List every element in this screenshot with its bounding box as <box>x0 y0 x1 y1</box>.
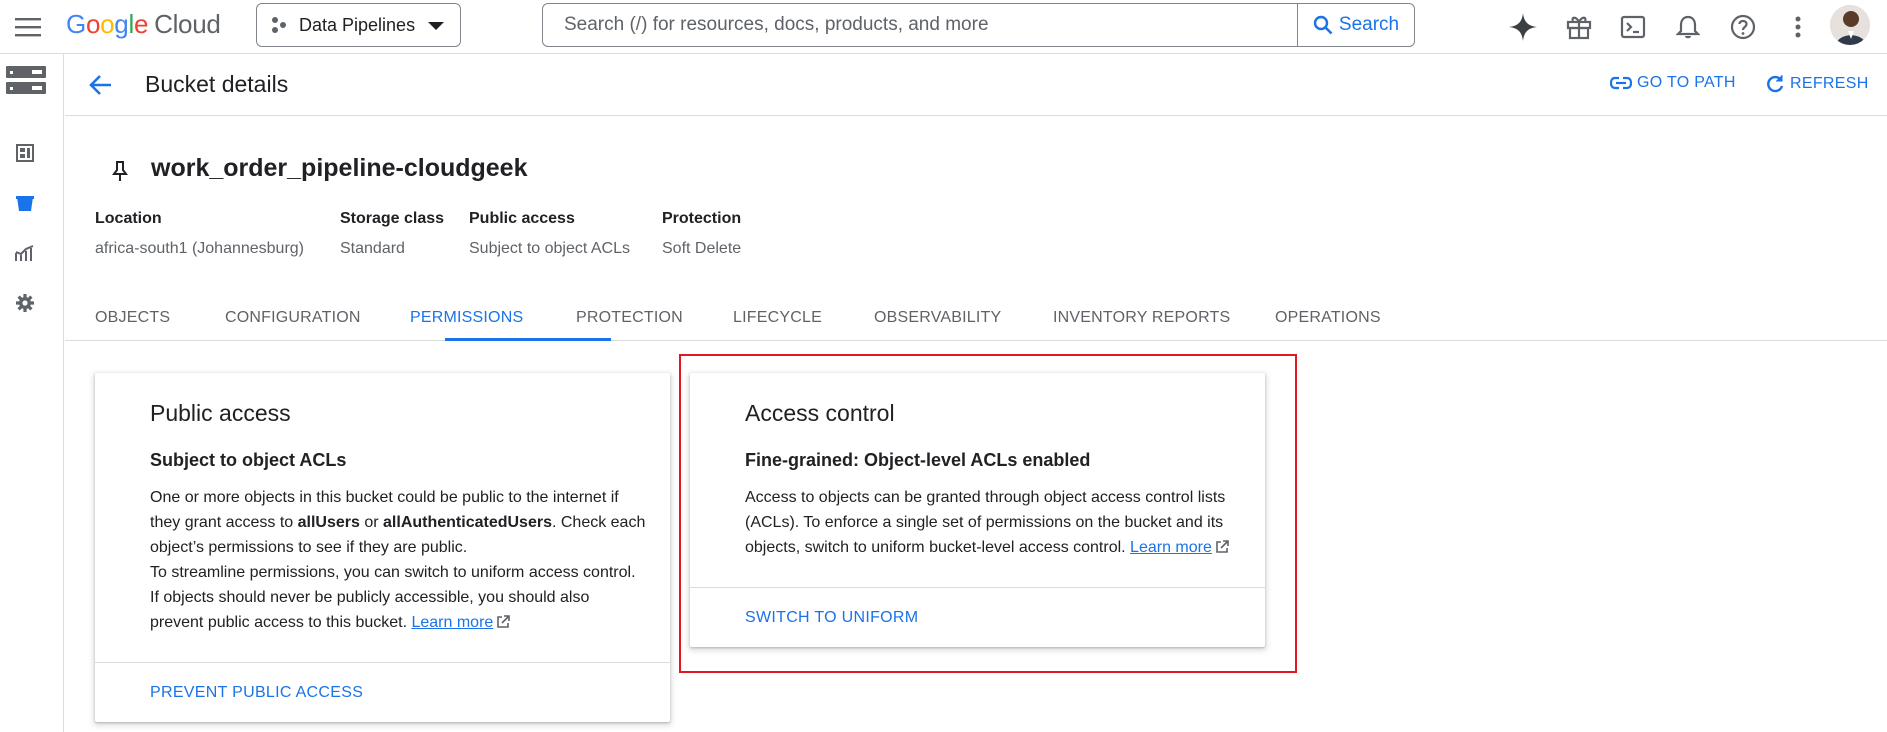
go-to-path-button[interactable]: GO TO PATH <box>1610 74 1736 92</box>
more-options-icon[interactable] <box>1779 8 1817 46</box>
card-divider <box>95 662 670 663</box>
notifications-bell-icon[interactable] <box>1669 8 1707 46</box>
protection-value: Soft Delete <box>662 240 742 257</box>
tab-observability[interactable]: OBSERVABILITY <box>874 309 1001 327</box>
search-button[interactable]: Search <box>1297 4 1414 46</box>
learn-more-link[interactable]: Learn more <box>1130 539 1212 556</box>
settings-gear-icon[interactable] <box>12 290 38 316</box>
buckets-icon[interactable] <box>12 190 38 216</box>
page-title: Bucket details <box>145 71 289 97</box>
public-access-label: Public access <box>469 210 575 227</box>
body-line: One or more objects in this bucket could… <box>150 489 619 506</box>
public-access-card-body: One or more objects in this bucket could… <box>150 485 645 635</box>
location-label: Location <box>95 210 162 227</box>
external-link-icon <box>1215 540 1229 554</box>
body-text: prevent public access to this bucket. <box>150 614 412 631</box>
logo-cloud-text: Cloud <box>154 9 221 39</box>
chevron-down-icon <box>428 22 444 30</box>
google-cloud-logo[interactable]: Google Cloud <box>66 9 221 40</box>
refresh-label: REFRESH <box>1790 75 1869 92</box>
go-to-path-label: GO TO PATH <box>1637 74 1736 91</box>
storage-class-value: Standard <box>340 240 405 257</box>
gift-icon[interactable] <box>1560 8 1598 46</box>
external-link-icon <box>496 615 511 629</box>
main-menu-icon[interactable] <box>10 9 46 45</box>
public-access-card: Public access Subject to object ACLs One… <box>95 373 670 722</box>
protection-label: Protection <box>662 210 742 227</box>
all-users-term: allUsers <box>297 514 360 531</box>
access-control-card: Access control Fine-grained: Object-leve… <box>690 373 1265 647</box>
monitoring-chart-icon[interactable] <box>12 240 38 266</box>
all-authenticated-users-term: allAuthenticatedUsers <box>383 514 552 531</box>
tab-operations[interactable]: OPERATIONS <box>1275 309 1381 327</box>
prevent-public-access-button[interactable]: PREVENT PUBLIC ACCESS <box>150 684 363 702</box>
logo-google-text: Google <box>66 9 149 39</box>
card-divider <box>690 587 1265 588</box>
body-line: To streamline permissions, you can switc… <box>150 564 636 581</box>
refresh-button[interactable]: REFRESH <box>1765 74 1869 94</box>
body-line: Access to objects can be granted through… <box>745 489 1226 506</box>
overview-dashboard-icon[interactable] <box>12 140 38 166</box>
body-line: object’s permissions to see if they are … <box>150 539 468 556</box>
search-icon <box>1313 15 1333 35</box>
back-arrow-icon[interactable] <box>83 68 117 102</box>
public-access-value: Subject to object ACLs <box>469 240 630 257</box>
search-bar: Search <box>542 3 1415 47</box>
project-selector[interactable]: Data Pipelines <box>256 3 461 47</box>
tab-lifecycle[interactable]: LIFECYCLE <box>733 309 822 327</box>
body-text: or <box>359 514 384 531</box>
body-text: objects, switch to uniform bucket-level … <box>745 539 1131 556</box>
storage-class-label: Storage class <box>340 210 445 227</box>
body-text: they grant access to <box>150 514 298 531</box>
refresh-icon <box>1765 74 1785 94</box>
access-control-card-body: Access to objects can be granted through… <box>745 485 1229 560</box>
bucket-tabs: OBJECTS CONFIGURATION PERMISSIONS PROTEC… <box>65 295 1887 341</box>
search-button-label: Search <box>1338 14 1400 35</box>
avatar[interactable] <box>1830 5 1870 45</box>
cloud-shell-terminal-icon[interactable] <box>1614 8 1652 46</box>
tab-configuration[interactable]: CONFIGURATION <box>225 309 361 327</box>
left-nav-rail <box>0 54 64 732</box>
access-control-card-subtitle: Fine-grained: Object-level ACLs enabled <box>745 450 1091 470</box>
public-access-card-title: Public access <box>150 400 291 426</box>
access-control-card-title: Access control <box>745 400 895 426</box>
project-icon <box>271 16 287 34</box>
body-line: If objects should never be publicly acce… <box>150 589 590 606</box>
tab-objects[interactable]: OBJECTS <box>95 309 170 327</box>
link-icon <box>1610 76 1632 90</box>
active-tab-indicator <box>445 338 611 341</box>
tab-permissions[interactable]: PERMISSIONS <box>410 309 523 327</box>
top-bar: Google Cloud Data Pipelines Search <box>0 0 1887 54</box>
body-line: (ACLs). To enforce a single set of permi… <box>745 514 1224 531</box>
page-header: Bucket details GO TO PATH REFRESH <box>65 54 1887 116</box>
body-line: objects, switch to uniform bucket-level … <box>745 535 1229 560</box>
switch-to-uniform-button[interactable]: SWITCH TO UNIFORM <box>745 609 918 627</box>
body-text: . Check each <box>551 514 646 531</box>
body-line: prevent public access to this bucket. Le… <box>150 610 645 635</box>
help-icon[interactable] <box>1724 8 1762 46</box>
tab-inventory-reports[interactable]: INVENTORY REPORTS <box>1053 309 1230 327</box>
pin-icon[interactable] <box>110 160 130 182</box>
tab-protection[interactable]: PROTECTION <box>576 309 683 327</box>
project-name: Data Pipelines <box>299 14 416 35</box>
location-value: africa-south1 (Johannesburg) <box>95 240 305 257</box>
gemini-sparkle-icon[interactable] <box>1504 8 1542 46</box>
body-line: they grant access to allUsers or allAuth… <box>150 510 645 535</box>
search-input[interactable] <box>544 5 1294 45</box>
cloud-storage-product-icon[interactable] <box>4 64 48 96</box>
bucket-name: work_order_pipeline-cloudgeek <box>151 154 528 182</box>
learn-more-link[interactable]: Learn more <box>411 614 493 631</box>
public-access-card-subtitle: Subject to object ACLs <box>150 450 347 470</box>
